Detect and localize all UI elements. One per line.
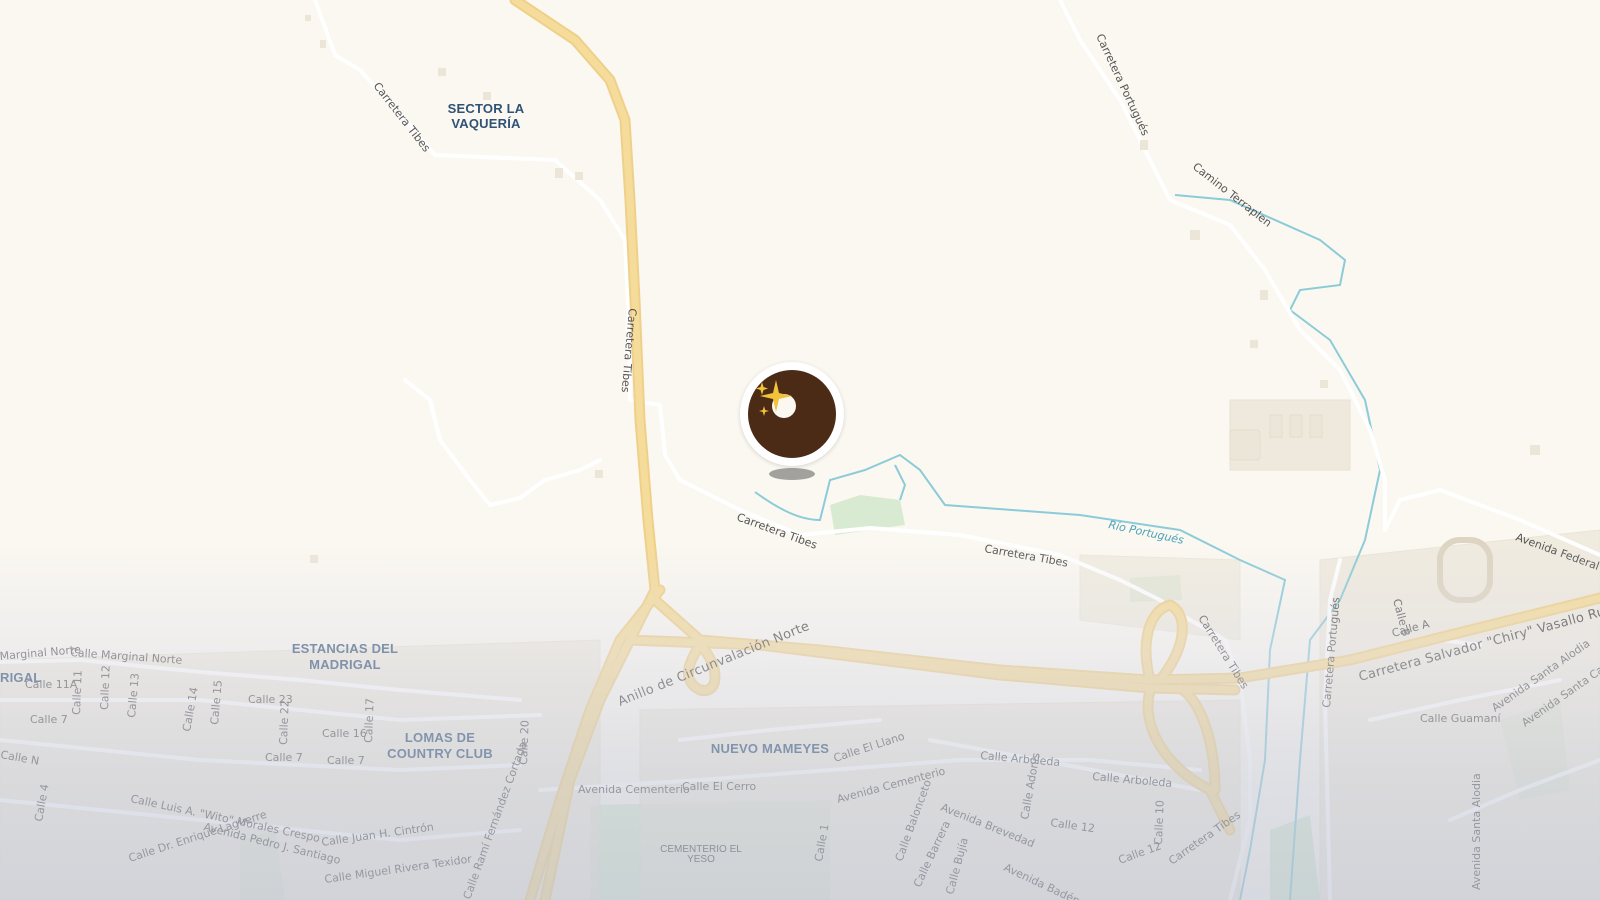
marker-shadow [769, 468, 815, 480]
label-calle-7-b: Calle 7 [265, 751, 303, 764]
label-camino-terraplen: Camino Terraplen [1190, 160, 1274, 230]
label-sector-la-vaqueria-2: VAQUERÍA [451, 116, 521, 131]
label-avenida-cementerio-w: Avenida Cementerio [578, 783, 690, 796]
label-calle-17: Calle 17 [362, 698, 377, 743]
label-carretera-portugues-n: Carretera Portugués [1093, 32, 1152, 138]
label-anillo-circunvalacion: Anillo de Circunvalación Norte [616, 619, 812, 710]
label-lomas-de-country-club-1: LOMAS DE [405, 730, 475, 745]
label-calle-11: Calle 11 [70, 670, 85, 715]
label-calle-el-cerro: Calle El Cerro [682, 780, 756, 793]
label-calle-guamani: Calle Guamaní [1420, 712, 1501, 725]
label-madrigal-partial: RIGAL [0, 670, 41, 685]
sparkles-icon [756, 380, 792, 416]
label-avenida-santa-alodia-s: Avenida Santa Alodia [1470, 773, 1483, 890]
label-sector-la-vaqueria-1: SECTOR LA [448, 101, 525, 116]
label-calle-10: Calle 10 [1152, 800, 1167, 845]
label-carretera-tibes-nw: Carretera Tibes [371, 80, 433, 155]
label-calle-22: Calle 22 [277, 700, 292, 745]
label-calle-7-c: Calle 7 [327, 754, 365, 767]
scattered-buildings [305, 15, 1540, 563]
label-carretera-tibes-c: Carretera Tibes [735, 511, 819, 552]
label-lomas-de-country-club-2: COUNTRY CLUB [387, 746, 493, 761]
label-calle-7-a: Calle 7 [30, 713, 68, 726]
label-calle-16: Calle 16 [322, 727, 367, 740]
label-cementerio-line2: YESO [687, 854, 715, 865]
label-estancias-del-madrigal-1: ESTANCIAS DEL [292, 641, 398, 656]
label-estancias-del-madrigal-2: MADRIGAL [309, 657, 381, 672]
label-rio-portugues: Río Portugués [1107, 518, 1185, 547]
location-marker[interactable] [740, 362, 844, 482]
label-calle-12: Calle 12 [98, 665, 113, 710]
label-nuevo-mameyes: NUEVO MAMEYES [711, 741, 829, 756]
